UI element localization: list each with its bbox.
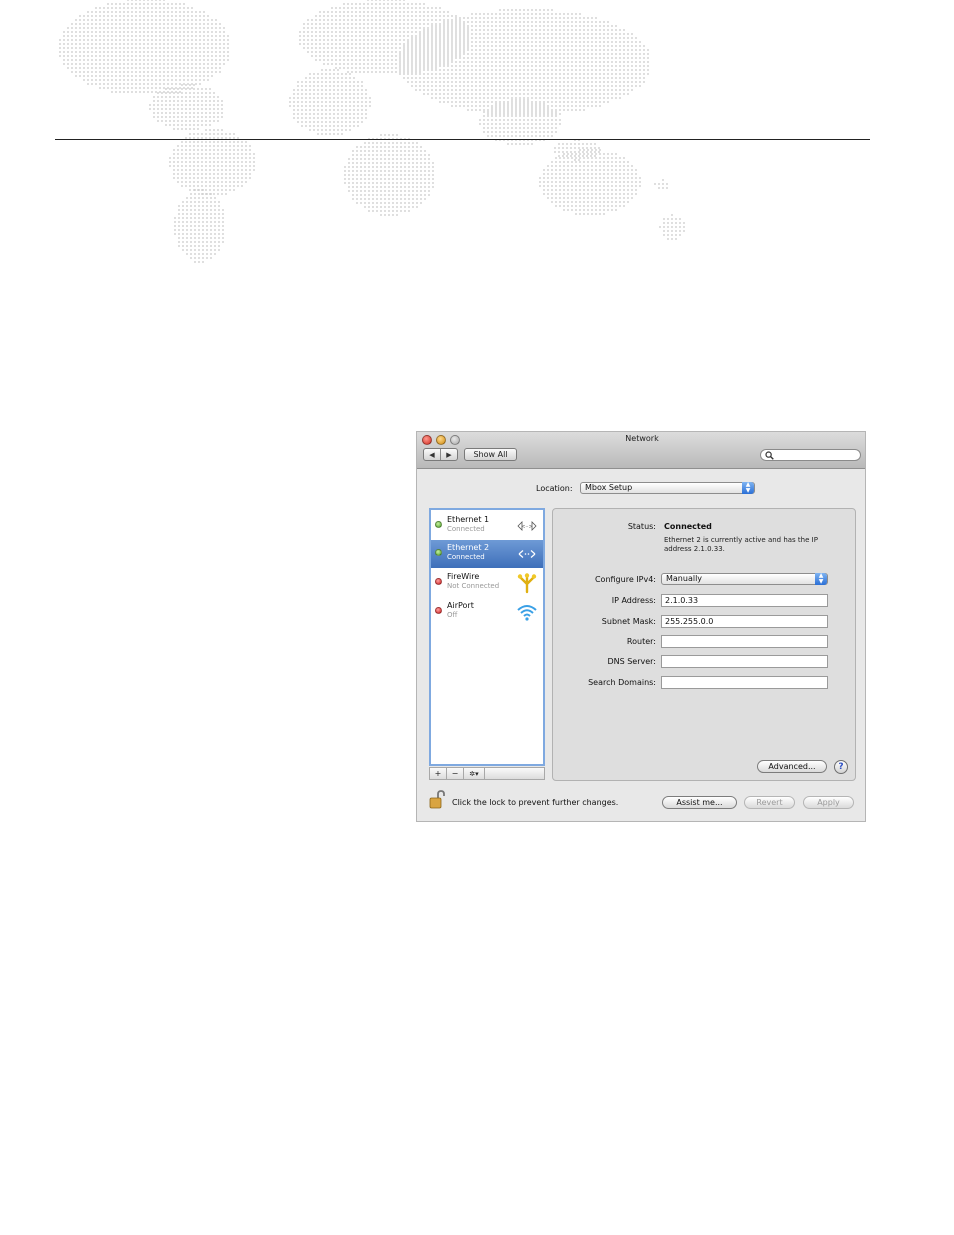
window-titlebar: Network ◀ ▶ Show All	[417, 432, 865, 469]
assist-me-button[interactable]: Assist me...	[662, 796, 737, 809]
location-value: Mbox Setup	[585, 483, 633, 492]
router-field[interactable]	[661, 635, 828, 648]
popup-arrows-icon: ▲ ▼	[742, 482, 754, 494]
window-title: Network	[625, 434, 659, 443]
subnet-mask-field[interactable]: 255.255.0.0	[661, 615, 828, 628]
service-item-ethernet-1[interactable]: Ethernet 1 Connected <··>	[431, 512, 543, 540]
service-status: Connected	[447, 525, 485, 533]
network-preferences-window: Network ◀ ▶ Show All Location: Mbox Setu…	[416, 431, 866, 822]
show-all-button[interactable]: Show All	[464, 448, 517, 461]
search-icon	[765, 451, 774, 460]
search-domains-field[interactable]	[661, 676, 828, 689]
service-item-ethernet-2[interactable]: Ethernet 2 Connected	[431, 540, 543, 568]
location-popup[interactable]: Mbox Setup ▲ ▼	[580, 482, 755, 494]
configure-ipv4-value: Manually	[666, 574, 703, 583]
status-indicator-icon	[435, 521, 442, 528]
service-detail-pane: Status: Connected Ethernet 2 is currentl…	[552, 508, 856, 781]
service-name: AirPort	[447, 601, 474, 610]
apply-button[interactable]: Apply	[803, 796, 854, 809]
search-field[interactable]	[760, 449, 861, 461]
gear-icon[interactable]: ✲▾	[464, 768, 485, 779]
status-indicator-icon	[435, 607, 442, 614]
status-indicator-icon	[435, 578, 442, 585]
service-name: Ethernet 1	[447, 515, 490, 524]
service-item-firewire[interactable]: FireWire Not Connected	[431, 569, 543, 597]
advanced-button[interactable]: Advanced...	[757, 760, 827, 773]
world-map-dot-background	[59, 0, 685, 263]
service-list: Ethernet 1 Connected <··> Ethernet 2 Con…	[429, 508, 545, 766]
ip-address-label: IP Address:	[611, 596, 656, 605]
service-name: Ethernet 2	[447, 543, 490, 552]
lock-message: Click the lock to prevent further change…	[452, 798, 619, 807]
back-forward-control: ◀ ▶	[423, 448, 458, 461]
status-indicator-icon	[435, 549, 442, 556]
configure-ipv4-popup[interactable]: Manually ▲ ▼	[661, 573, 828, 585]
add-service-button[interactable]: +	[430, 768, 447, 779]
ethernet-icon: <··>	[517, 521, 537, 531]
service-status: Off	[447, 611, 458, 619]
header-rule	[55, 139, 870, 140]
firewire-icon	[517, 573, 537, 594]
status-value: Connected	[664, 522, 712, 531]
router-label: Router:	[626, 637, 656, 646]
svg-text:<··>: <··>	[521, 524, 533, 530]
ethernet-icon	[518, 550, 536, 558]
service-status: Not Connected	[447, 582, 500, 590]
back-arrow-icon[interactable]: ◀	[424, 449, 440, 460]
service-item-airport[interactable]: AirPort Off	[431, 598, 543, 626]
status-label: Status:	[627, 522, 656, 531]
airport-wifi-icon	[517, 605, 537, 621]
popup-arrows-icon: ▲ ▼	[815, 573, 827, 585]
dns-server-field[interactable]	[661, 655, 828, 668]
help-button[interactable]: ?	[834, 760, 848, 774]
configure-ipv4-label: Configure IPv4:	[594, 575, 656, 584]
forward-arrow-icon[interactable]: ▶	[440, 449, 457, 460]
revert-button[interactable]: Revert	[744, 796, 795, 809]
location-label: Location:	[536, 484, 573, 493]
search-domains-label: Search Domains:	[588, 678, 656, 687]
remove-service-button[interactable]: −	[447, 768, 464, 779]
dns-server-label: DNS Server:	[607, 657, 656, 666]
service-status: Connected	[447, 553, 485, 561]
ip-address-field[interactable]: 2.1.0.33	[661, 594, 828, 607]
status-description: Ethernet 2 is currently active and has t…	[664, 536, 818, 553]
service-name: FireWire	[447, 572, 480, 581]
subnet-mask-label: Subnet Mask:	[601, 617, 656, 626]
service-list-toolbar: + − ✲▾	[429, 767, 545, 780]
lock-icon[interactable]	[429, 790, 447, 810]
